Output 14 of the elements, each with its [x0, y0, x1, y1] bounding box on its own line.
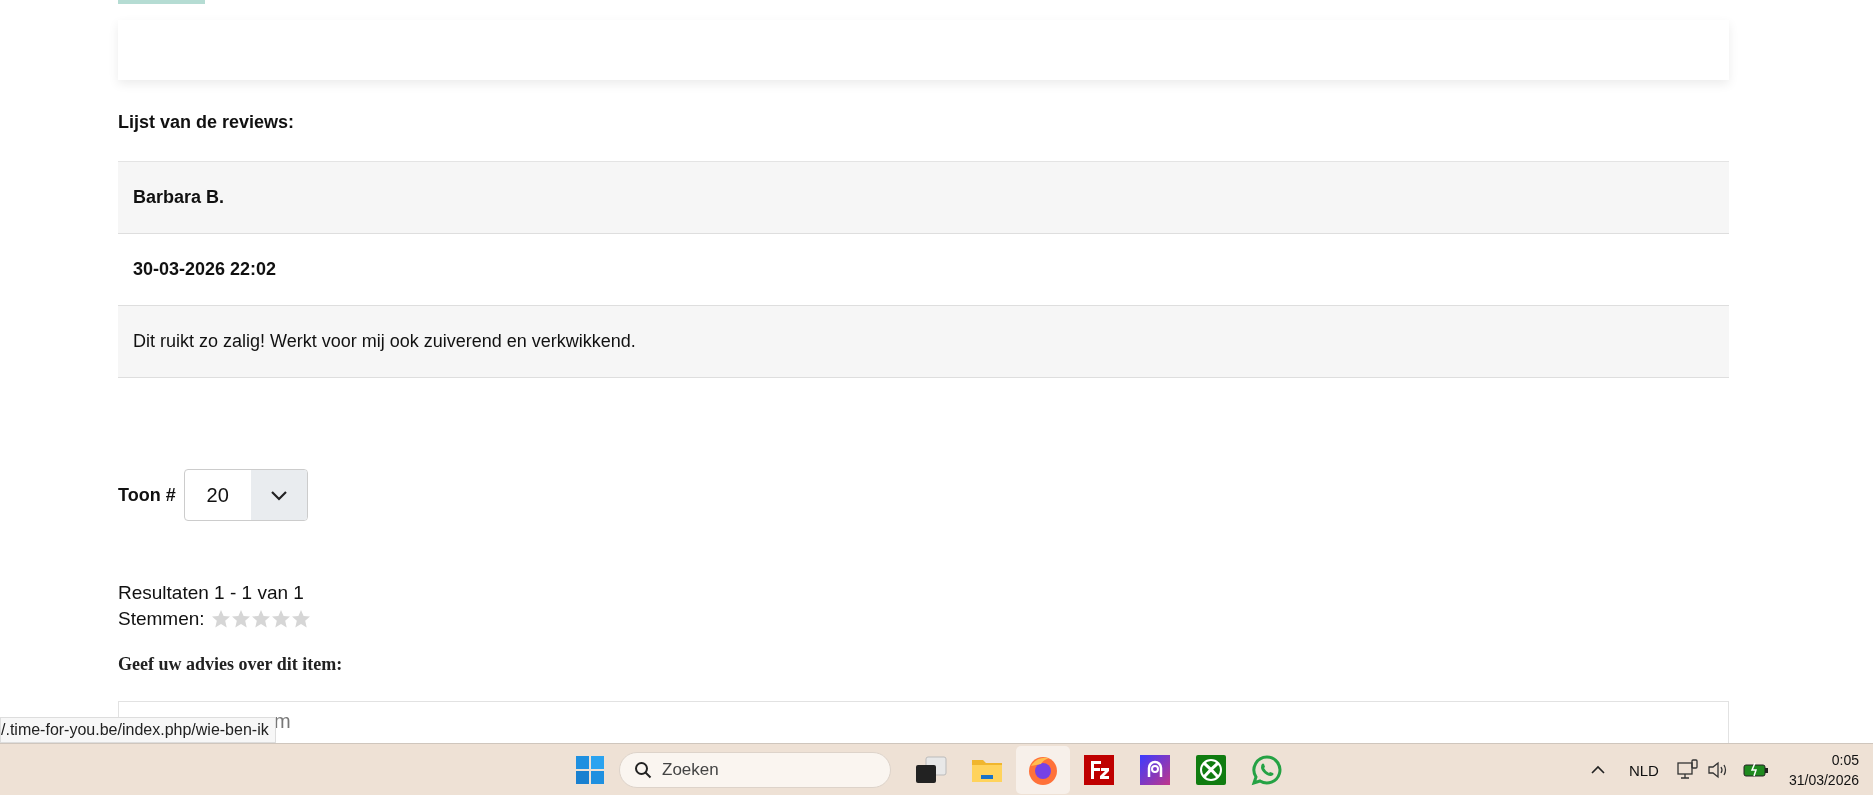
- votes-label: Stemmen:: [118, 608, 205, 630]
- results-count: Resultaten 1 - 1 van 1: [118, 581, 305, 605]
- clock-date[interactable]: 31/03/2026: [1788, 770, 1859, 790]
- taskbar-search-field[interactable]: Zoeken: [619, 752, 891, 788]
- page-size-label: Toon #: [118, 484, 176, 506]
- review-date: 30-03-2026 22:02: [133, 259, 277, 280]
- reviews-heading: Lijst van de reviews:: [118, 112, 296, 133]
- status-url-tooltip: /.time-for-you.be/index.php/wie-ben-ik: [0, 717, 276, 743]
- clock-time[interactable]: 0:05: [1788, 750, 1859, 770]
- review-author: Barbara B.: [133, 187, 225, 208]
- page-size-select[interactable]: 20: [183, 469, 308, 521]
- language-indicator[interactable]: NLD: [1628, 761, 1659, 779]
- review-text: Dit ruikt zo zalig! Werkt voor mij ook zuiverend en verkwikkend.: [133, 331, 636, 352]
- advice-heading: Geef uw advies over dit item:: [118, 654, 344, 675]
